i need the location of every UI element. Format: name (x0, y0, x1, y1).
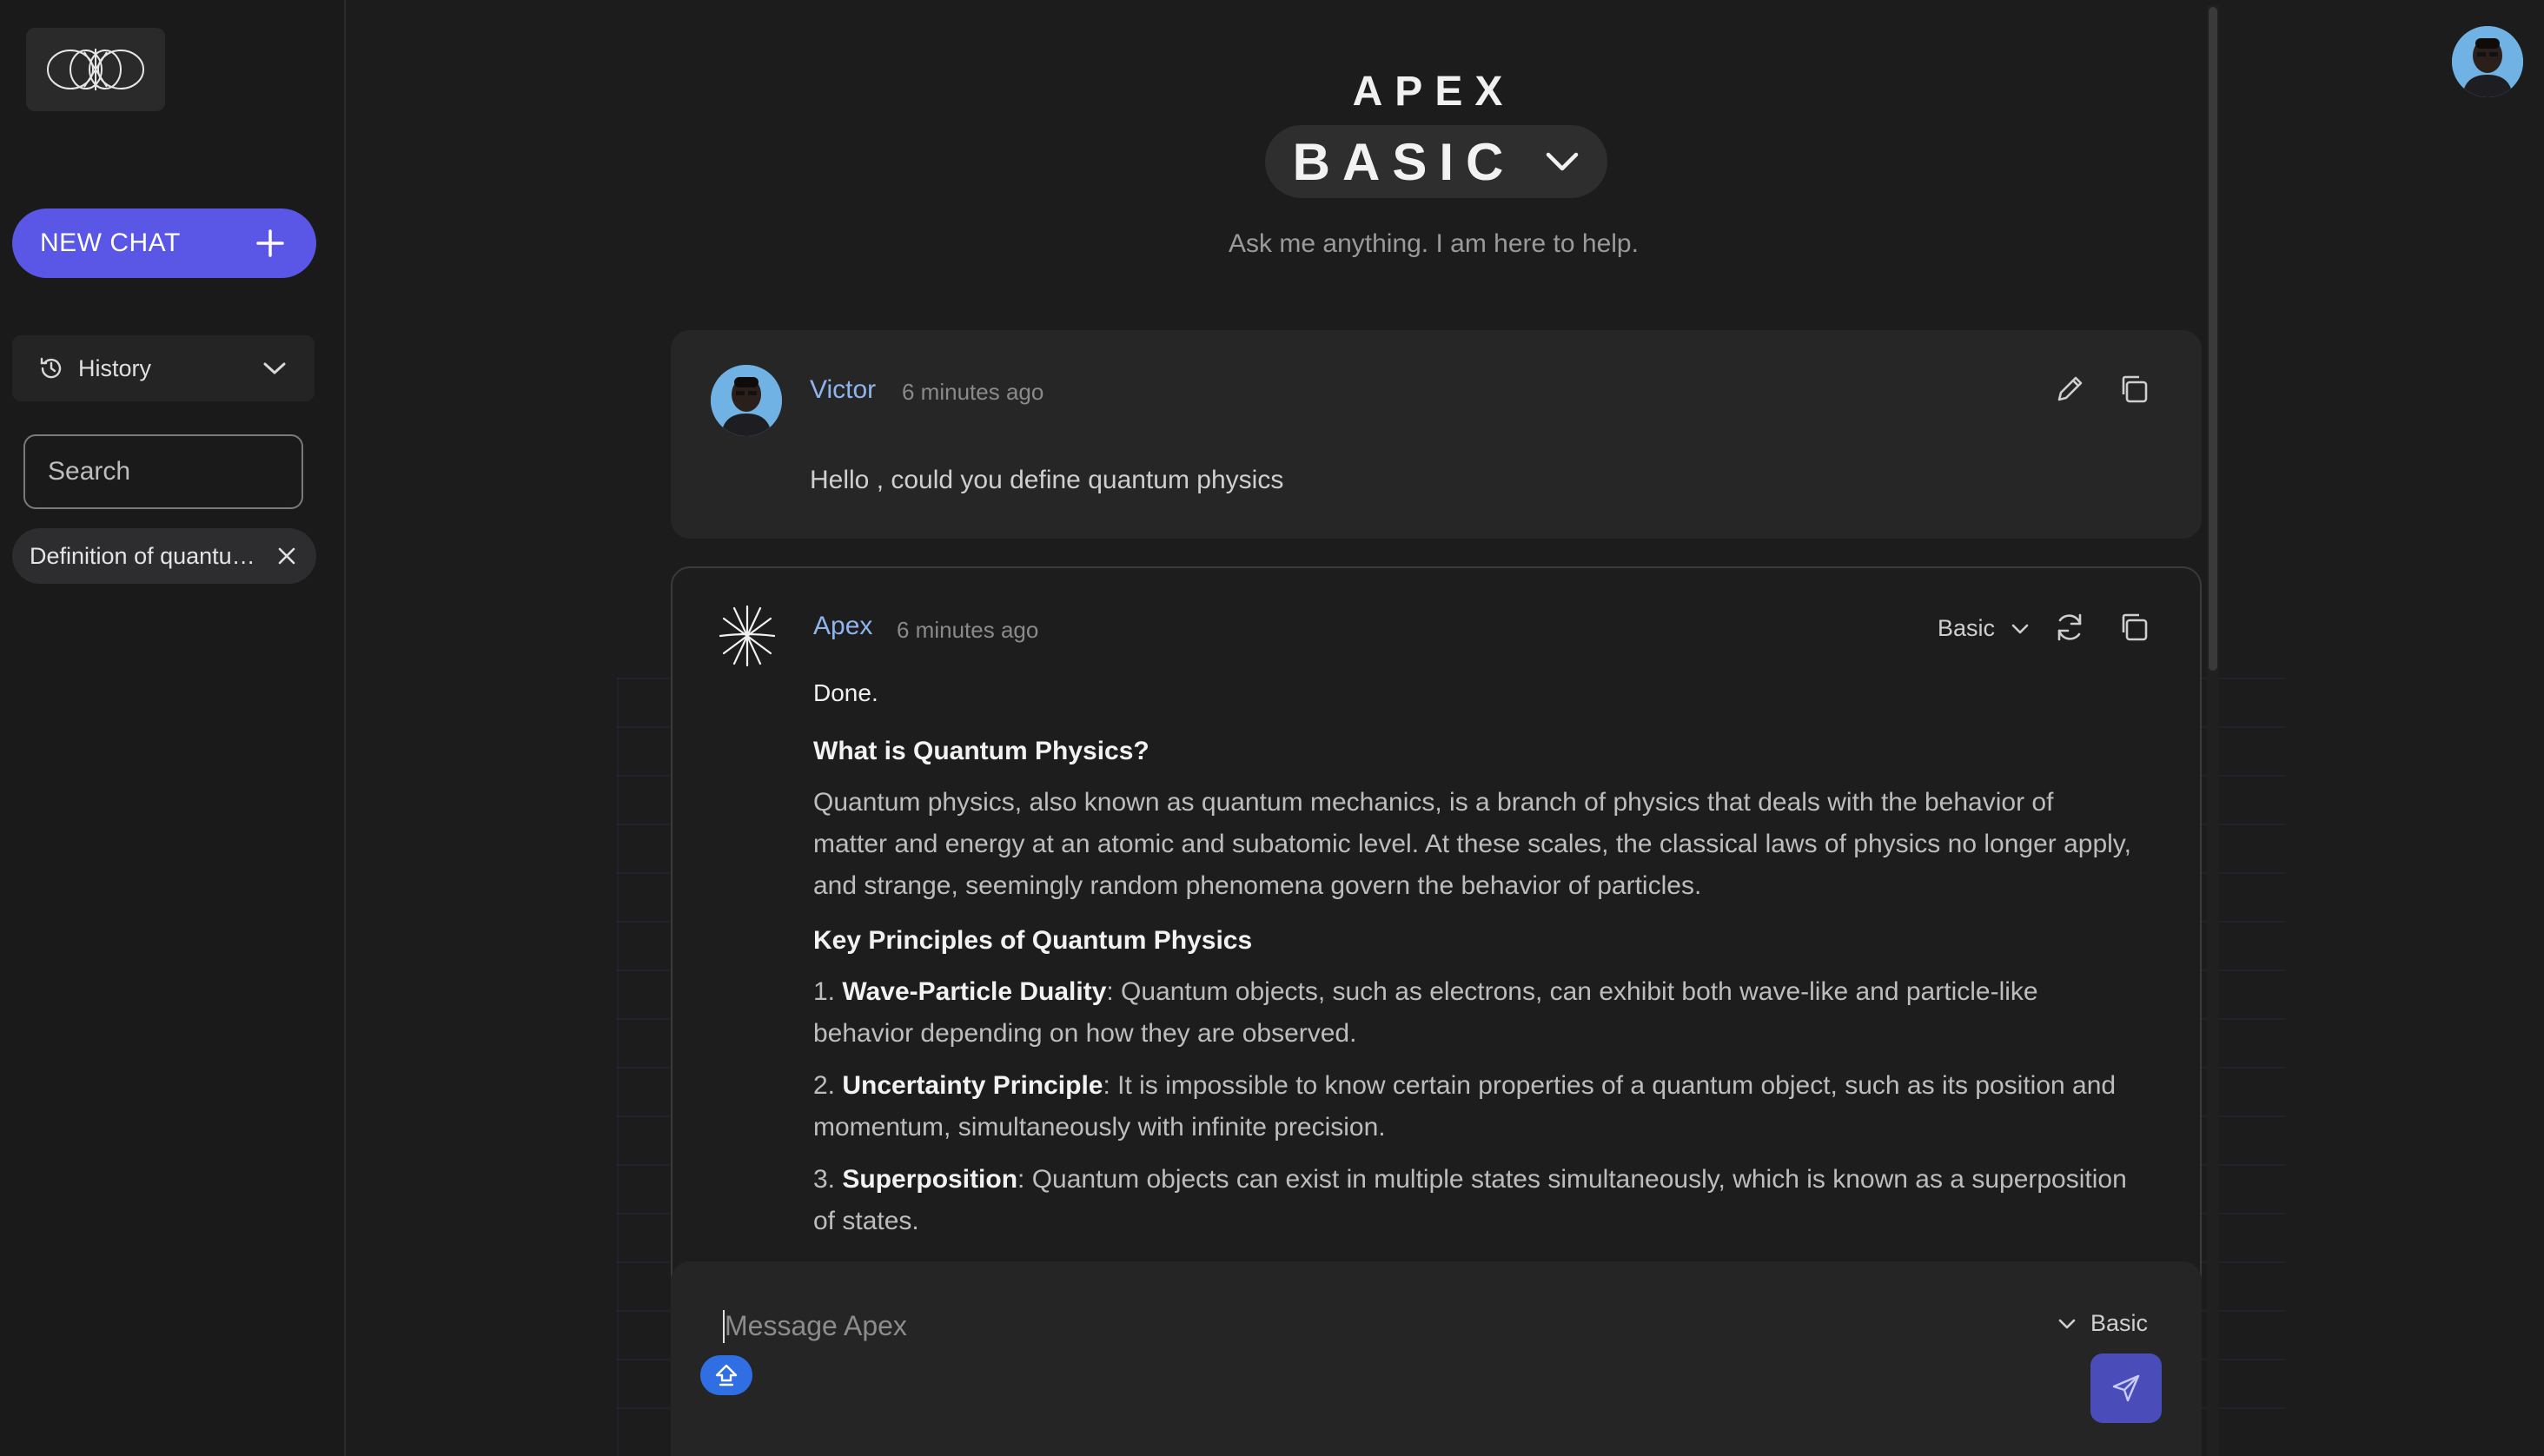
apex-avatar (716, 605, 778, 667)
response-intro: Done. (813, 679, 878, 706)
refresh-icon (2057, 613, 2082, 641)
edit-button[interactable] (2049, 368, 2090, 410)
history-dropdown[interactable]: History (12, 335, 315, 401)
mode-label: BASIC (1292, 132, 1516, 191)
infinity-logo-icon (47, 49, 144, 90)
response-heading: What is Quantum Physics? (813, 737, 1149, 765)
message-composer[interactable]: Message Apex Basic (671, 1261, 2202, 1456)
pencil-icon (2057, 376, 2083, 401)
starburst-logo-icon (719, 605, 776, 667)
list-item-title: Wave-Particle Duality (842, 977, 1107, 1006)
user-message-avatar (711, 365, 782, 436)
response-model-selector[interactable]: Basic (1938, 615, 2030, 642)
plus-icon (256, 229, 284, 257)
page-subtitle: Ask me anything. I am here to help. (1229, 229, 1639, 258)
history-clock-icon (40, 357, 62, 379)
response-list-item: 3. Superposition: Quantum objects can ex… (813, 1159, 2134, 1242)
person-avatar-icon (2452, 26, 2523, 97)
chevron-down-icon (1547, 152, 1579, 171)
response-model-label: Basic (1938, 615, 1996, 641)
copy-icon (2122, 375, 2148, 403)
conversation-title: Definition of quantum physics (30, 542, 273, 569)
chevron-down-icon (263, 362, 286, 374)
chevron-down-icon (2058, 1319, 2076, 1328)
user-avatar[interactable] (2452, 26, 2523, 97)
composer-model-label: Basic (2090, 1310, 2149, 1336)
conversation-item[interactable]: Definition of quantum physics (12, 528, 316, 584)
search-placeholder: Search (48, 457, 131, 486)
copy-button[interactable] (2113, 368, 2155, 410)
history-label: History (78, 354, 152, 381)
send-icon (2112, 1374, 2140, 1402)
user-message-text: Hello , could you define quantum physics (810, 466, 1284, 494)
upload-button[interactable] (700, 1355, 752, 1395)
assistant-response-body: Done. What is Quantum Physics? Quantum p… (813, 672, 2134, 1242)
user-message-time: 6 minutes ago (902, 379, 1044, 405)
list-number: 2. (813, 1071, 836, 1100)
scrollbar-thumb[interactable] (2209, 7, 2217, 671)
list-item-title: Superposition (842, 1165, 1018, 1194)
new-chat-label: NEW CHAT (40, 228, 181, 257)
brand-title: APEX (1352, 69, 1515, 115)
response-heading: Key Principles of Quantum Physics (813, 926, 1253, 955)
copy-icon (2122, 613, 2148, 641)
sidebar: NEW CHAT History Search Definition of qu… (0, 0, 346, 1456)
response-list-item: 1. Wave-Particle Duality: Quantum object… (813, 971, 2134, 1055)
composer-model-selector[interactable]: Basic (2057, 1310, 2148, 1337)
assistant-name[interactable]: Apex (813, 612, 872, 641)
list-number: 1. (813, 977, 836, 1006)
regenerate-button[interactable] (2049, 606, 2090, 648)
search-input[interactable]: Search (23, 434, 303, 509)
list-number: 3. (813, 1165, 836, 1194)
close-icon[interactable] (276, 546, 297, 566)
mode-selector[interactable]: BASIC (1265, 125, 1607, 198)
copy-button[interactable] (2113, 606, 2155, 648)
user-message-name[interactable]: Victor (810, 375, 876, 405)
user-message: Victor 6 minutes ago Hello , could you d… (671, 330, 2202, 539)
response-paragraph: Quantum physics, also known as quantum m… (813, 788, 2131, 900)
new-chat-button[interactable]: NEW CHAT (12, 208, 316, 278)
upload-icon (715, 1364, 738, 1387)
send-button[interactable] (2090, 1353, 2162, 1423)
chevron-down-icon (2011, 624, 2029, 633)
assistant-time: 6 minutes ago (897, 617, 1039, 643)
app-logo[interactable] (26, 28, 165, 111)
response-list-item: 2. Uncertainty Principle: It is impossib… (813, 1065, 2134, 1148)
message-input[interactable]: Message Apex (725, 1310, 907, 1342)
list-item-title: Uncertainty Principle (842, 1071, 1103, 1100)
person-avatar-icon (711, 365, 782, 436)
